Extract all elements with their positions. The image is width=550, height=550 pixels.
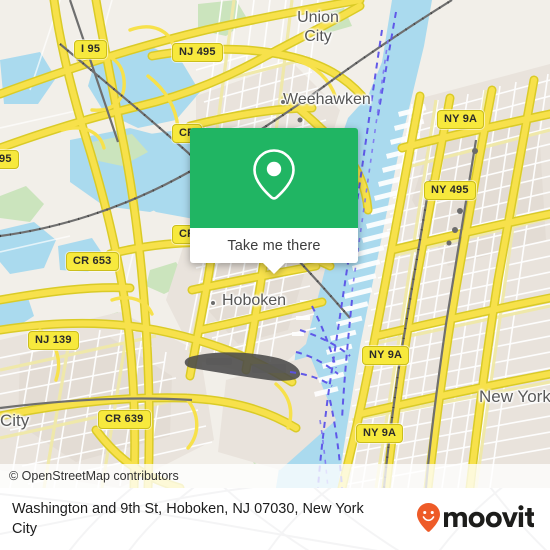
moovit-map-screenshot: Union City Weehawken Hoboken New York City I… [0,0,550,550]
take-me-there-label: Take me there [227,237,321,254]
location-address: Washington and 9th St, Hoboken, NJ 07030… [12,501,364,537]
map-pin-icon [251,147,297,210]
map-place-dot [281,100,285,104]
footer-bar: Washington and 9th St, Hoboken, NJ 07030… [0,488,550,550]
route-shield: 95 [0,150,19,169]
route-shield: NY 9A [437,110,485,129]
map-canvas[interactable]: Union City Weehawken Hoboken New York City I… [0,0,550,488]
route-shield: NJ 495 [172,43,223,62]
popup-pointer-tail [263,263,285,274]
map-attribution[interactable]: © OpenStreetMap contributors [0,464,550,488]
moovit-logo-mark [417,503,534,532]
route-shield: CR 653 [66,252,119,271]
popup-action-bar[interactable]: Take me there [190,228,358,274]
route-shield: NJ 139 [28,331,79,350]
popup-icon-area [190,128,358,228]
location-popup-card[interactable]: Take me there [190,128,358,274]
map-place-dot [211,301,215,305]
route-shield: NY 495 [424,181,476,200]
route-shield: I 95 [74,40,108,59]
route-shield: NY 9A [362,346,410,365]
route-shield: NY 9A [356,424,404,443]
route-shield: CR 639 [98,410,151,429]
moovit-logo[interactable] [416,502,534,536]
